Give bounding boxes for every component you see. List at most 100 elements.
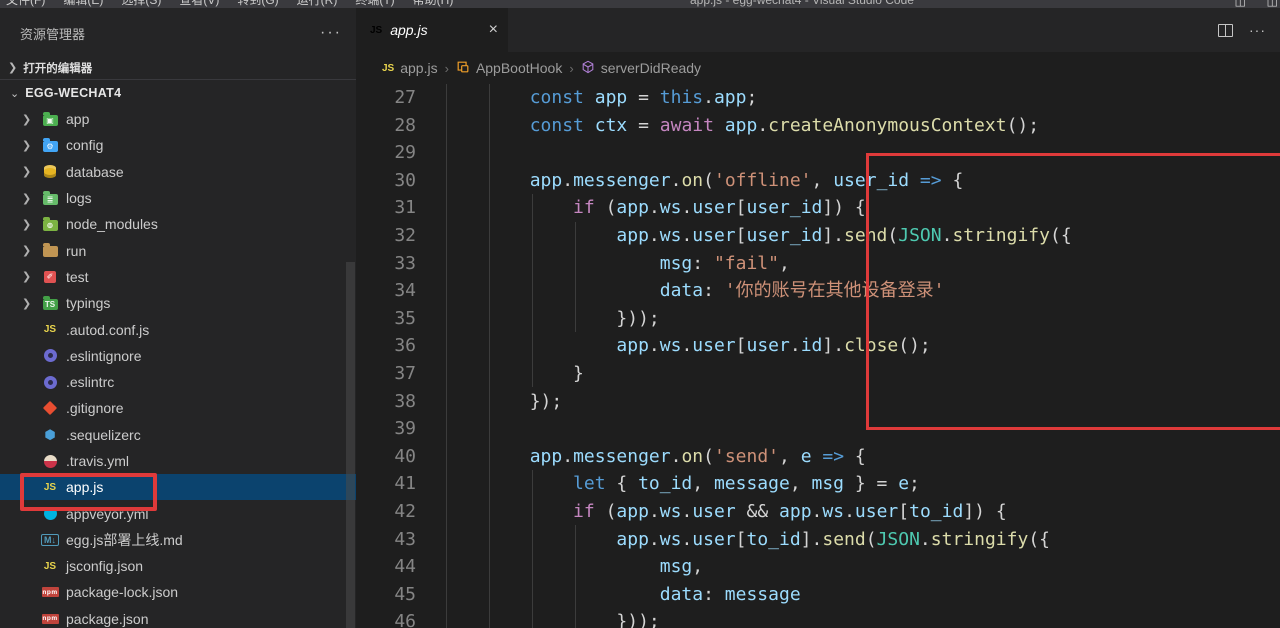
code-line-35[interactable]: 35 })); [356,305,1280,333]
tree-item-node-modules[interactable]: ❯⊚node_modules [0,211,356,237]
split-editor-icon[interactable] [1218,24,1233,37]
close-icon[interactable]: × [489,22,498,38]
code-line-38[interactable]: 38 }); [356,388,1280,416]
tree-item--autod-conf-js[interactable]: JS.autod.conf.js [0,316,356,342]
code-line-28[interactable]: 28 const ctx = await app.createAnonymous… [356,112,1280,140]
tree-item-config[interactable]: ❯⚙config [0,132,356,158]
breadcrumb-item-app-js[interactable]: JSapp.js [382,60,438,76]
code-line-29[interactable]: 29 [356,139,1280,167]
line-number: 32 [356,222,416,250]
tree-item--gitignore[interactable]: .gitignore [0,395,356,421]
tree-item-label: appveyor.yml [66,506,148,522]
menu-item[interactable]: 查看(V) [179,0,219,7]
tree-item-label: database [66,164,124,180]
chevron-right-icon: ❯ [22,113,40,126]
menu-item[interactable]: 编辑(E) [63,0,103,7]
tree-item--eslintrc[interactable]: .eslintrc [0,369,356,395]
editor-more-actions-icon[interactable]: ··· [1249,22,1266,38]
tree-item-label: .travis.yml [66,453,129,469]
code-line-31[interactable]: 31 if (app.ws.user[user_id]) { [356,194,1280,222]
tree-item-run[interactable]: ❯run [0,237,356,263]
tree-item-typings[interactable]: ❯TStypings [0,290,356,316]
menu-item[interactable]: 转到(G) [237,0,278,7]
tree-item-label: .eslintrc [66,374,114,390]
code-line-45[interactable]: 45 data: message [356,581,1280,609]
code-line-30[interactable]: 30 app.messenger.on('offline', user_id =… [356,167,1280,195]
explorer-title: 资源管理器 [20,24,320,43]
line-number: 42 [356,498,416,526]
code-line-36[interactable]: 36 app.ws.user[user.id].close(); [356,332,1280,360]
folder-node-modules-icon: ⊚ [40,218,60,231]
tree-item-logs[interactable]: ❯≣logs [0,185,356,211]
explorer-more-actions-icon[interactable]: ··· [320,24,342,42]
layout-control-icon[interactable]: ◫ [1235,0,1246,8]
code-text: if (app.ws.user[user_id]) { [443,194,866,222]
project-root-row[interactable]: ⌄ EGG-WECHAT4 [0,80,356,106]
code-lines: 27 const app = this.app;28 const ctx = a… [356,84,1280,628]
code-line-33[interactable]: 33 msg: "fail", [356,250,1280,278]
code-line-42[interactable]: 42 if (app.ws.user && app.ws.user[to_id]… [356,498,1280,526]
tree-item-test[interactable]: ❯✐test [0,264,356,290]
tree-item--eslintignore[interactable]: .eslintignore [0,343,356,369]
js-file-icon: JS [40,324,60,335]
code-line-37[interactable]: 37 } [356,360,1280,388]
indent-guide [575,222,576,332]
line-number: 33 [356,250,416,278]
line-number: 27 [356,84,416,112]
indent-guide [446,84,447,628]
tree-item-package-json[interactable]: npmpackage.json [0,606,356,628]
line-number: 44 [356,553,416,581]
code-line-34[interactable]: 34 data: '你的账号在其他设备登录' [356,277,1280,305]
tree-item-egg-js-md[interactable]: M↓egg.js部署上线.md [0,527,356,553]
tree-item-app-js[interactable]: JSapp.js [0,474,356,500]
code-line-32[interactable]: 32 app.ws.user[user_id].send(JSON.string… [356,222,1280,250]
menu-item[interactable]: 选择(S) [121,0,161,7]
line-number: 45 [356,581,416,609]
line-number: 40 [356,443,416,471]
tree-item-jsconfig-json[interactable]: JSjsconfig.json [0,553,356,579]
layout-control-partial-icon[interactable]: ◫ [1267,0,1278,8]
menu-item[interactable]: 运行(R) [297,0,338,7]
tree-item-app[interactable]: ❯▣app [0,106,356,132]
code-line-46[interactable]: 46 })); [356,608,1280,628]
tree-item--travis-yml[interactable]: .travis.yml [0,448,356,474]
chevron-right-icon: ❯ [22,218,40,231]
breadcrumb-separator: › [445,61,449,76]
breadcrumb-item-appboothook[interactable]: AppBootHook [456,60,562,77]
menu-item[interactable]: 文件(F) [6,0,45,7]
tab-label: app.js [390,22,480,38]
tree-item-package-lock-json[interactable]: npmpackage-lock.json [0,579,356,605]
tree-item-appveyor-yml[interactable]: appveyor.yml [0,500,356,526]
tree-item-database[interactable]: ❯database [0,159,356,185]
code-line-44[interactable]: 44 msg, [356,553,1280,581]
code-line-40[interactable]: 40 app.messenger.on('send', e => { [356,443,1280,471]
line-number: 43 [356,526,416,554]
test-icon: ✐ [40,271,60,283]
breadcrumb-item-serverdidready[interactable]: serverDidReady [581,60,701,77]
explorer-sidebar: 资源管理器 ··· ❯ 打开的编辑器 ⌄ EGG-WECHAT4 ❯▣app❯⚙… [0,8,356,628]
menu-bar-items: 文件(F) 编辑(E) 选择(S) 查看(V) 转到(G) 运行(R) 终端(T) 帮助(H) [6,0,453,7]
menu-item[interactable]: 帮助(H) [413,0,454,7]
menu-item[interactable]: 终端(T) [355,0,394,7]
code-editor[interactable]: 27 const app = this.app;28 const ctx = a… [356,84,1280,628]
folder-typings-icon: TS [40,297,60,310]
tree-item-label: test [66,269,89,285]
chevron-down-icon: ⌄ [10,87,19,100]
editor-area: JS app.js × ··· JSapp.js›AppBootHook›ser… [356,8,1280,628]
js-badge-icon: JS [370,25,382,36]
code-line-27[interactable]: 27 const app = this.app; [356,84,1280,112]
code-line-43[interactable]: 43 app.ws.user[to_id].send(JSON.stringif… [356,526,1280,554]
chevron-right-icon: ❯ [22,297,40,310]
code-text: app.ws.user[user_id].send(JSON.stringify… [443,222,1072,250]
tree-item--sequelizerc[interactable]: ⬢.sequelizerc [0,422,356,448]
git-icon [40,403,60,413]
code-line-39[interactable]: 39 [356,415,1280,443]
indent-guide [575,525,576,628]
tree-item-label: egg.js部署上线.md [66,530,183,550]
tree-item-label: package-lock.json [66,584,178,600]
code-line-41[interactable]: 41 let { to_id, message, msg } = e; [356,470,1280,498]
indent-guide [489,84,490,628]
tab-app-js[interactable]: JS app.js × [356,8,508,52]
open-editors-section[interactable]: ❯ 打开的编辑器 [0,56,356,80]
sidebar-scrollbar[interactable] [346,262,355,628]
